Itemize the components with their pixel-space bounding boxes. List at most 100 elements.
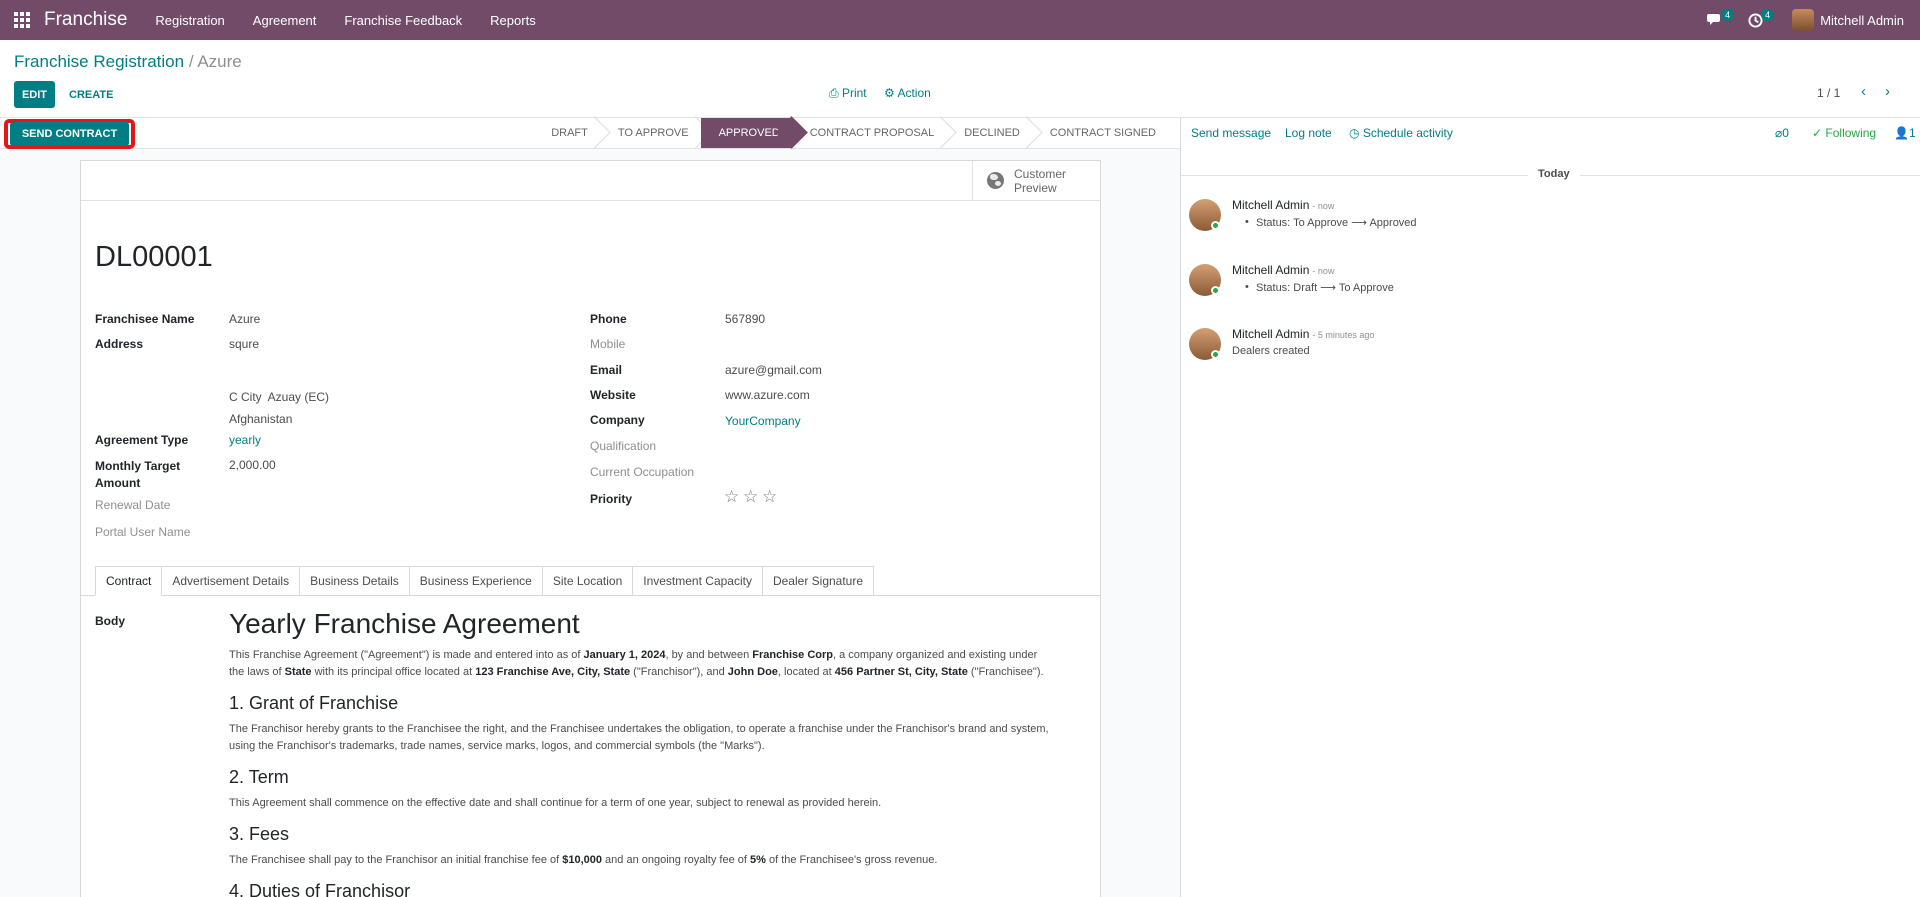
print-label: Print (841, 86, 867, 100)
section-fees-title: 3. Fees (229, 824, 290, 844)
menu-franchise-feedback[interactable]: Franchise Feedback (344, 13, 462, 28)
main-menu: Registration Agreement Franchise Feedbac… (155, 13, 563, 28)
print-button[interactable]: ⎙ Print (829, 86, 867, 101)
tracking-value: Status: To Approve ⟶ Approved (1245, 216, 1417, 229)
button-box: Customer Preview (81, 161, 1100, 201)
breadcrumb-current: Azure (197, 52, 242, 71)
phone-value: 567890 (725, 312, 766, 326)
breadcrumb-parent[interactable]: Franchise Registration (14, 52, 184, 71)
customer-preview-label: Customer Preview (1014, 166, 1067, 195)
user-menu[interactable]: Mitchell Admin (1792, 9, 1904, 31)
occupation-label: Current Occupation (590, 465, 695, 479)
print-icon: ⎙ (829, 86, 839, 100)
section-grant-text: The Franchisor hereby grants to the Fran… (229, 723, 1049, 752)
arrow-right-icon: ⟶ (1351, 217, 1367, 229)
status-bar: SEND CONTRACT DRAFT TO APPROVE APPROVED … (0, 118, 1180, 149)
activity-clock-icon[interactable]: 4 (1744, 0, 1775, 40)
tracking-value: Status: Draft ⟶ To Approve (1245, 281, 1394, 294)
tab-contract[interactable]: Contract (95, 566, 163, 596)
section-term-title: 2. Term (229, 767, 289, 787)
address-label: Address (95, 337, 144, 351)
priority-star-icon[interactable]: ☆ (724, 487, 739, 507)
mobile-label: Mobile (590, 337, 626, 351)
body-label: Body (95, 614, 125, 628)
message-body: Dealers created (1232, 345, 1310, 357)
stage-declined[interactable]: DECLINED (946, 118, 1032, 148)
action-button[interactable]: ⚙ Action (884, 86, 931, 100)
monthly-target-value: 2,000.00 (229, 458, 276, 472)
tab-business-experience[interactable]: Business Experience (409, 566, 543, 596)
priority-label: Priority (590, 492, 633, 506)
chatter-message: Mitchell Admin- now Status: To Approve ⟶… (1181, 193, 1920, 243)
menu-agreement[interactable]: Agreement (253, 13, 317, 28)
online-status-icon (1211, 221, 1220, 230)
user-avatar (1792, 9, 1815, 31)
priority-star-icon[interactable]: ☆ (743, 487, 758, 507)
edit-button[interactable]: EDIT (14, 81, 55, 108)
tab-investment-capacity[interactable]: Investment Capacity (633, 566, 763, 596)
online-status-icon (1211, 350, 1220, 359)
pager-previous-icon[interactable]: ‹ (1861, 83, 1866, 100)
priority-star-icon[interactable]: ☆ (762, 487, 777, 507)
send-message-button[interactable]: Send message (1191, 126, 1271, 140)
attachments-button[interactable]: ⌀0 (1775, 126, 1789, 140)
log-note-button[interactable]: Log note (1285, 126, 1332, 140)
address-city-line: C City Azuay (EC) (229, 390, 330, 404)
agreement-type-value[interactable]: yearly (229, 433, 261, 447)
following-button[interactable]: ✓ Following (1812, 126, 1876, 140)
contract-body[interactable]: Yearly Franchise Agreement This Franchis… (229, 606, 1049, 897)
tab-site-location[interactable]: Site Location (542, 566, 634, 596)
chat-icon[interactable]: 4 (1704, 0, 1735, 40)
email-label: Email (590, 363, 623, 377)
customer-preview-button[interactable]: Customer Preview (972, 161, 1100, 200)
following-label: Following (1825, 126, 1877, 140)
user-icon: 👤 (1894, 126, 1909, 140)
company-value[interactable]: YourCompany (725, 414, 801, 428)
user-name: Mitchell Admin (1820, 12, 1904, 28)
chatter-message: Mitchell Admin - 5 minutes ago Dealers cr… (1181, 322, 1920, 368)
pager-next-icon[interactable]: › (1885, 83, 1890, 100)
schedule-activity-button[interactable]: ◷ Schedule activity (1349, 126, 1453, 140)
stage-draft[interactable]: DRAFT (533, 118, 600, 148)
stage-contract-proposal[interactable]: CONTRACT PROPOSAL (792, 118, 947, 148)
apps-menu-icon[interactable] (0, 0, 44, 40)
message-time: - now (1312, 266, 1335, 276)
pager-value[interactable]: 1 / 1 (1817, 86, 1840, 100)
menu-reports[interactable]: Reports (490, 13, 536, 28)
send-contract-button[interactable]: SEND CONTRACT (10, 122, 129, 146)
agreement-intro: This Franchise Agreement ("Agreement") i… (229, 649, 1044, 678)
tab-dealer-signature[interactable]: Dealer Signature (762, 566, 875, 596)
chatter-topbar: Send message Log note ◷ Schedule activit… (1181, 118, 1920, 149)
chatter-panel: Send message Log note ◷ Schedule activit… (1180, 118, 1920, 897)
clock-icon: ◷ (1349, 126, 1360, 140)
message-time: - 5 minutes ago (1312, 330, 1375, 340)
tab-business-details[interactable]: Business Details (300, 566, 410, 596)
app-brand[interactable]: Franchise (44, 9, 127, 31)
qualification-label: Qualification (590, 439, 657, 453)
stage-to-approve[interactable]: TO APPROVE (600, 118, 701, 148)
section-term-text: This Agreement shall commence on the eff… (229, 797, 882, 809)
message-author: Mitchell Admin - now (1232, 198, 1335, 212)
agreement-type-label: Agreement Type (95, 433, 189, 447)
create-button[interactable]: CREATE (69, 81, 113, 108)
address-street: squre (229, 337, 260, 351)
arrow-right-icon: ⟶ (1320, 282, 1336, 294)
portal-user-label: Portal User Name (95, 525, 191, 539)
menu-registration[interactable]: Registration (155, 13, 224, 28)
breadcrumb-separator: / (188, 52, 194, 71)
action-label: Action (897, 86, 931, 100)
phone-label: Phone (590, 312, 627, 326)
check-icon: ✓ (1812, 126, 1823, 140)
message-author: Mitchell Admin - now (1232, 263, 1335, 277)
stage-approved[interactable]: APPROVED (700, 118, 792, 148)
globe-icon (987, 172, 1004, 189)
message-time: - now (1312, 201, 1335, 211)
followers-count: 1 (1908, 126, 1916, 140)
control-panel: Franchise Registration / Azure EDIT CREA… (0, 40, 1920, 118)
stage-contract-signed[interactable]: CONTRACT SIGNED (1032, 118, 1168, 148)
email-value: azure@gmail.com (725, 363, 822, 377)
tab-advertisement-details[interactable]: Advertisement Details (162, 566, 301, 596)
followers-button[interactable]: 👤1 (1894, 126, 1916, 140)
breadcrumb: Franchise Registration / Azure (14, 52, 242, 72)
franchisee-name-value: Azure (229, 312, 261, 326)
